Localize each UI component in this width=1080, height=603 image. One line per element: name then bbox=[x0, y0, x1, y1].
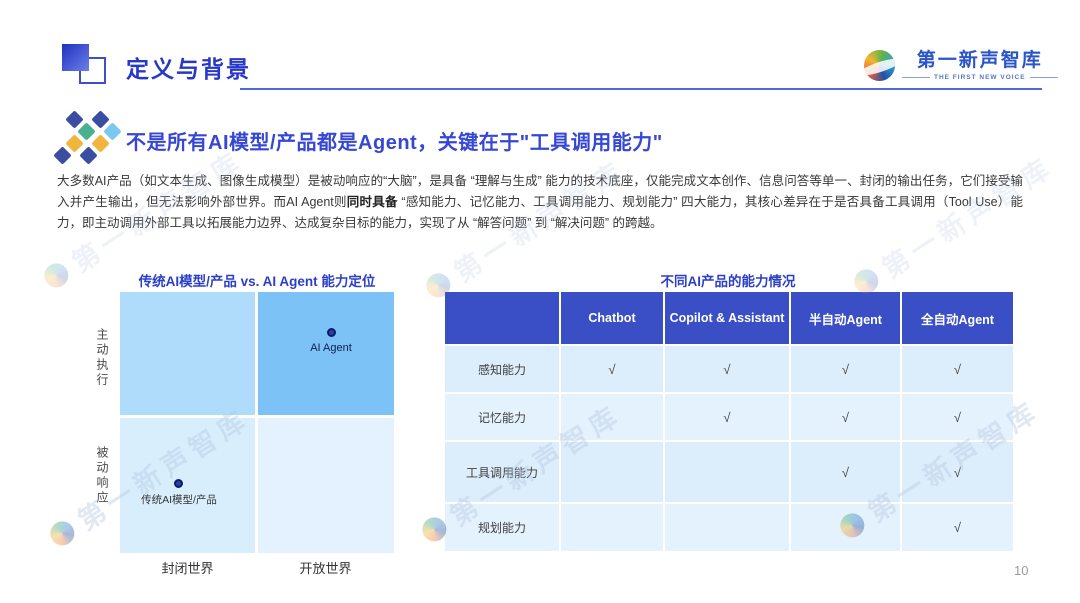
paragraph-bold-segment: 同时具备 bbox=[347, 195, 398, 209]
chart-title: 传统AI模型/产品 vs. AI Agent 能力定位 bbox=[120, 270, 394, 290]
diamond bbox=[91, 134, 109, 152]
check-cell: √ bbox=[791, 346, 900, 392]
logo-tagline: THE FIRST NEW VOICE bbox=[902, 74, 1058, 81]
section-heading: 不是所有AI模型/产品都是Agent，关键在于"工具调用能力" bbox=[126, 126, 663, 155]
column-header-empty bbox=[445, 292, 559, 344]
diamond bbox=[53, 146, 71, 164]
column-header-copilot: Copilot & Assistant bbox=[665, 292, 789, 344]
check-cell bbox=[665, 504, 789, 551]
diamond bbox=[65, 134, 83, 152]
diamond-chevrons-icon bbox=[54, 112, 124, 166]
row-label: 感知能力 bbox=[445, 346, 559, 392]
body-paragraph: 大多数AI产品（如文本生成、图像生成模型）是被动响应的“大脑”，是具备 “理解与… bbox=[57, 171, 1023, 234]
quadrant-bottom-left bbox=[120, 418, 255, 553]
check-cell: √ bbox=[902, 346, 1013, 392]
column-header-chatbot: Chatbot bbox=[561, 292, 663, 344]
table-title: 不同AI产品的能力情况 bbox=[443, 270, 1013, 290]
header-divider bbox=[240, 88, 1042, 90]
diamond bbox=[103, 122, 121, 140]
page-number: 10 bbox=[1014, 563, 1028, 578]
diamond bbox=[79, 146, 97, 164]
data-point-label: AI Agent bbox=[310, 342, 352, 354]
table-row: 规划能力 √ bbox=[445, 504, 1013, 551]
quadrant-bottom-right bbox=[258, 418, 394, 553]
check-cell: √ bbox=[665, 346, 789, 392]
quadrant-top-left bbox=[120, 292, 255, 415]
check-cell: √ bbox=[561, 346, 663, 392]
x-axis-label-closed: 封闭世界 bbox=[120, 558, 255, 577]
title-filled-square-icon bbox=[62, 44, 89, 71]
y-axis-label-passive: 被动响应 bbox=[94, 446, 111, 506]
x-axis-label-open: 开放世界 bbox=[258, 558, 393, 577]
data-point-label: 传统AI模型/产品 bbox=[141, 492, 217, 507]
column-header-full-auto-agent: 全自动Agent bbox=[902, 292, 1013, 344]
y-axis-label-active: 主动执行 bbox=[94, 328, 111, 388]
tagline-dash bbox=[902, 77, 930, 78]
check-cell bbox=[665, 442, 789, 502]
row-label: 工具调用能力 bbox=[445, 442, 559, 502]
data-point-traditional bbox=[174, 479, 183, 488]
table-row: 记忆能力 √ √ √ bbox=[445, 394, 1013, 440]
check-cell: √ bbox=[902, 394, 1013, 440]
table-row: 感知能力 √ √ √ √ bbox=[445, 346, 1013, 392]
row-label: 规划能力 bbox=[445, 504, 559, 551]
check-cell bbox=[561, 504, 663, 551]
logo-name: 第一新声智库 bbox=[917, 50, 1043, 72]
check-cell bbox=[561, 442, 663, 502]
table-header-row: Chatbot Copilot & Assistant 半自动Agent 全自动… bbox=[445, 292, 1013, 344]
tagline-dash bbox=[1030, 77, 1058, 78]
row-label: 记忆能力 bbox=[445, 394, 559, 440]
column-header-semi-auto-agent: 半自动Agent bbox=[791, 292, 900, 344]
watermark-globe-icon bbox=[45, 516, 78, 549]
capability-table: Chatbot Copilot & Assistant 半自动Agent 全自动… bbox=[443, 290, 1015, 553]
diamond bbox=[77, 122, 95, 140]
check-cell bbox=[791, 504, 900, 551]
logo-tagline-text: THE FIRST NEW VOICE bbox=[934, 74, 1026, 81]
watermark-globe-icon bbox=[39, 258, 72, 291]
check-cell: √ bbox=[791, 442, 900, 502]
check-cell: √ bbox=[902, 442, 1013, 502]
check-cell: √ bbox=[791, 394, 900, 440]
check-cell: √ bbox=[665, 394, 789, 440]
check-cell bbox=[561, 394, 663, 440]
slide: 第一新声智库 第一新声智库 第一新声智库 第一新声智库 第一新声智库 第一新声智… bbox=[0, 0, 1080, 603]
logo-globe-icon bbox=[864, 50, 895, 81]
check-cell: √ bbox=[902, 504, 1013, 551]
page-title: 定义与背景 bbox=[126, 50, 251, 84]
data-point-ai-agent bbox=[327, 328, 336, 337]
table-row: 工具调用能力 √ √ bbox=[445, 442, 1013, 502]
quadrant-chart bbox=[120, 292, 394, 553]
logo: 第一新声智库 THE FIRST NEW VOICE bbox=[864, 50, 1058, 81]
